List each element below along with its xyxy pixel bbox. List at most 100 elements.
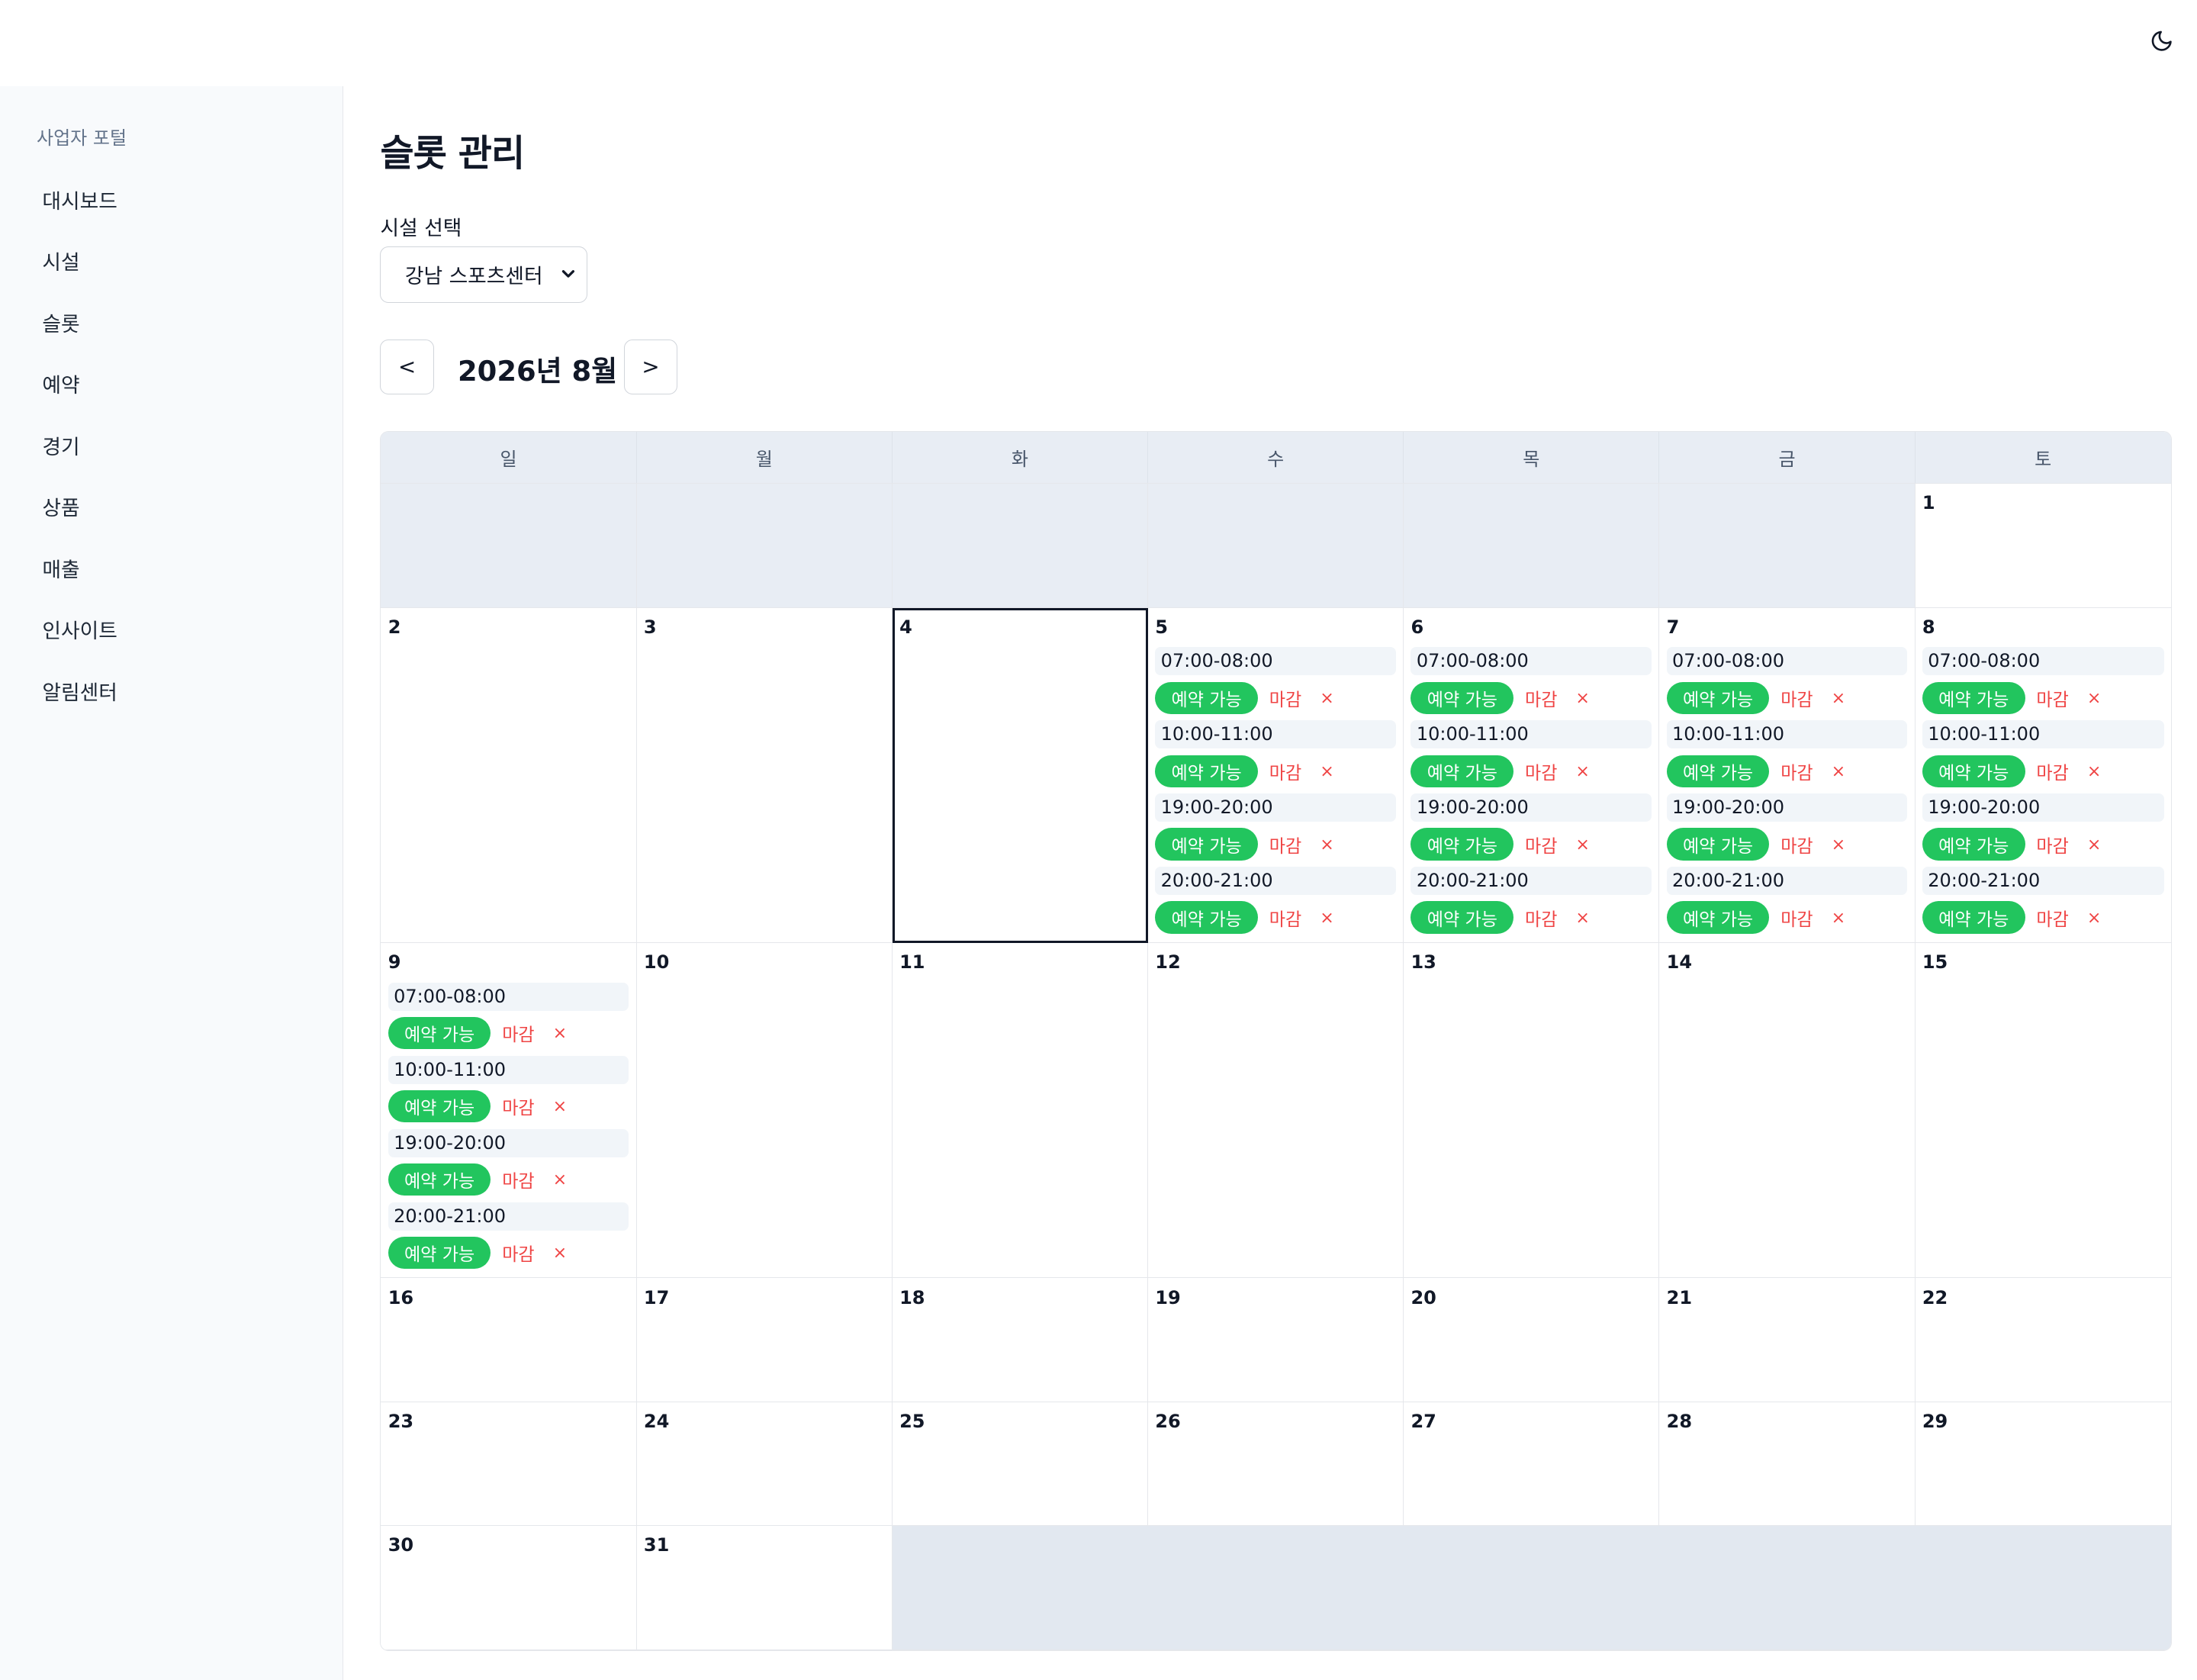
slot-close-button[interactable]: 마감 [1269,758,1301,784]
slot-delete-icon[interactable]: × [1575,761,1590,781]
slot-close-button[interactable]: 마감 [1269,832,1301,858]
slot-close-button[interactable]: 마감 [502,1167,534,1192]
slot-delete-icon[interactable]: × [1832,908,1846,928]
slot-delete-icon[interactable]: × [1832,835,1846,854]
calendar-day-cell[interactable]: 7 07:00-08:00 예약 가능 마감 × 10:00-11:00 예약 가능 마감 × 1… [1659,607,1916,944]
calendar-day-cell[interactable]: 5 07:00-08:00 예약 가능 마감 × 10:00-11:00 예약 가능 마감 × 1… [1148,607,1404,944]
slot-close-button[interactable]: 마감 [502,1093,534,1119]
calendar-day-cell[interactable]: 18 [892,1278,1149,1402]
sidebar-item-matches[interactable]: 경기 [42,430,117,491]
slot-delete-icon[interactable]: × [553,1243,568,1263]
slot-available-badge[interactable]: 예약 가능 [1666,901,1770,934]
calendar-day-cell[interactable]: 29 [1915,1402,2171,1527]
sidebar-item-reservations[interactable]: 예약 [42,369,117,430]
calendar-day-cell[interactable]: 17 [636,1278,893,1402]
slot-close-button[interactable]: 마감 [2036,832,2068,858]
slot-available-badge[interactable]: 예약 가능 [388,1089,491,1123]
slot-delete-icon[interactable]: × [553,1096,568,1116]
slot-close-button[interactable]: 마감 [1525,685,1557,711]
slot-available-badge[interactable]: 예약 가능 [1666,755,1770,787]
slot-available-badge[interactable]: 예약 가능 [1155,828,1259,861]
slot-delete-icon[interactable]: × [2087,688,2102,708]
calendar-day-cell[interactable]: 13 [1404,943,1660,1279]
sidebar-item-sales[interactable]: 매출 [42,553,117,614]
slot-delete-icon[interactable]: × [1832,688,1846,708]
slot-delete-icon[interactable]: × [1575,835,1590,854]
sidebar-item-insights[interactable]: 인사이트 [42,614,117,675]
calendar-day-cell[interactable]: 27 [1404,1402,1660,1527]
facility-select[interactable]: 강남 스포츠센터 [380,246,587,303]
slot-available-badge[interactable]: 예약 가능 [388,1016,491,1050]
sidebar-item-slots[interactable]: 슬롯 [42,307,117,369]
slot-available-badge[interactable]: 예약 가능 [1922,681,2025,714]
calendar-day-cell[interactable]: 10 [636,943,893,1279]
slot-close-button[interactable]: 마감 [1780,832,1813,858]
calendar-day-cell[interactable]: 24 [636,1402,893,1527]
slot-available-badge[interactable]: 예약 가능 [388,1163,491,1196]
slot-delete-icon[interactable]: × [1575,688,1590,708]
calendar-day-cell[interactable]: 19 [1148,1278,1404,1402]
calendar-day-cell[interactable]: 28 [1659,1402,1916,1527]
slot-available-badge[interactable]: 예약 가능 [1666,828,1770,861]
calendar-day-cell[interactable]: 26 [1148,1402,1404,1527]
slot-available-badge[interactable]: 예약 가능 [1922,828,2025,861]
slot-close-button[interactable]: 마감 [2036,758,2068,784]
calendar-day-cell[interactable]: 22 [1915,1278,2171,1402]
slot-close-button[interactable]: 마감 [1780,905,1813,931]
calendar-day-cell[interactable]: 30 [381,1526,637,1650]
slot-available-badge[interactable]: 예약 가능 [1411,901,1514,934]
slot-delete-icon[interactable]: × [2087,908,2102,928]
slot-close-button[interactable]: 마감 [1780,685,1813,711]
slot-close-button[interactable]: 마감 [1780,758,1813,784]
slot-delete-icon[interactable]: × [1320,761,1334,781]
sidebar-item-notifications[interactable]: 알림센터 [42,676,117,737]
prev-month-button[interactable]: < [380,339,434,394]
slot-delete-icon[interactable]: × [553,1023,568,1043]
slot-available-badge[interactable]: 예약 가능 [1666,681,1770,714]
calendar-day-cell[interactable]: 14 [1659,943,1916,1279]
calendar-day-cell[interactable]: 2 [381,607,637,944]
calendar-day-cell[interactable]: 6 07:00-08:00 예약 가능 마감 × 10:00-11:00 예약 가능 마감 × 1… [1404,607,1660,944]
sidebar-item-products[interactable]: 상품 [42,491,117,552]
calendar-day-cell[interactable]: 11 [892,943,1149,1279]
calendar-day-cell[interactable]: 21 [1659,1278,1916,1402]
calendar-day-cell[interactable]: 12 [1148,943,1404,1279]
calendar-day-cell[interactable]: 31 [636,1526,893,1650]
calendar-day-cell[interactable]: 25 [892,1402,1149,1527]
slot-available-badge[interactable]: 예약 가능 [1411,755,1514,787]
calendar-day-cell[interactable]: 8 07:00-08:00 예약 가능 마감 × 10:00-11:00 예약 가능 마감 × 1… [1915,607,2171,944]
slot-available-badge[interactable]: 예약 가능 [1155,681,1259,714]
slot-close-button[interactable]: 마감 [1525,758,1557,784]
slot-available-badge[interactable]: 예약 가능 [1155,901,1259,934]
calendar-day-cell[interactable]: 9 07:00-08:00 예약 가능 마감 × 10:00-11:00 예약 가능 마감 × 1… [381,943,637,1279]
slot-close-button[interactable]: 마감 [2036,685,2068,711]
slot-close-button[interactable]: 마감 [1269,905,1301,931]
slot-available-badge[interactable]: 예약 가능 [1411,828,1514,861]
slot-close-button[interactable]: 마감 [502,1240,534,1266]
calendar-day-cell[interactable]: 23 [381,1402,637,1527]
calendar-day-cell[interactable]: 15 [1915,943,2171,1279]
sidebar-item-dashboard[interactable]: 대시보드 [42,185,117,246]
slot-available-badge[interactable]: 예약 가능 [1922,755,2025,787]
calendar-day-cell[interactable]: 16 [381,1278,637,1402]
slot-available-badge[interactable]: 예약 가능 [1155,755,1259,787]
slot-close-button[interactable]: 마감 [1525,832,1557,858]
calendar-day-cell[interactable]: 1 [1915,484,2171,608]
theme-toggle-button[interactable] [2144,25,2180,62]
next-month-button[interactable]: > [623,339,677,394]
slot-available-badge[interactable]: 예약 가능 [1411,681,1514,714]
calendar-day-cell[interactable]: 20 [1404,1278,1660,1402]
slot-delete-icon[interactable]: × [2087,835,2102,854]
slot-delete-icon[interactable]: × [2087,761,2102,781]
slot-close-button[interactable]: 마감 [502,1020,534,1046]
slot-close-button[interactable]: 마감 [1525,905,1557,931]
sidebar-item-facilities[interactable]: 시설 [42,246,117,307]
slot-delete-icon[interactable]: × [1320,908,1334,928]
slot-delete-icon[interactable]: × [1320,835,1334,854]
slot-delete-icon[interactable]: × [553,1170,568,1189]
calendar-day-cell[interactable]: 4 [892,607,1149,944]
slot-available-badge[interactable]: 예약 가능 [1922,901,2025,934]
slot-delete-icon[interactable]: × [1832,761,1846,781]
slot-close-button[interactable]: 마감 [2036,905,2068,931]
slot-delete-icon[interactable]: × [1575,908,1590,928]
